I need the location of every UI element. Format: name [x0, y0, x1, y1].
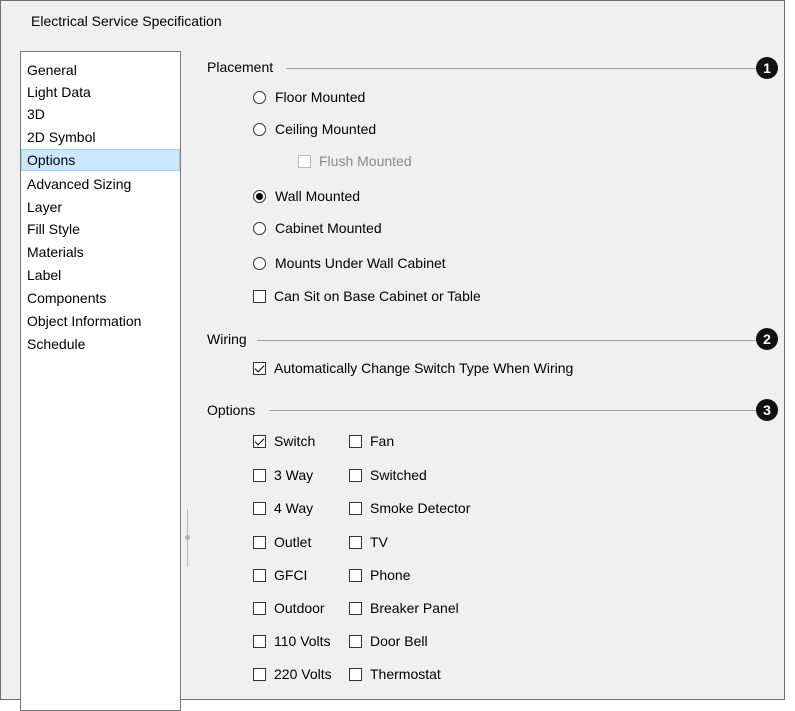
- gfci-checkbox[interactable]: GFCI: [253, 565, 307, 585]
- radio-circle-icon[interactable]: [253, 256, 266, 270]
- placement-divider: [286, 68, 756, 69]
- under-wall-cabinet-radio[interactable]: Mounts Under Wall Cabinet: [253, 253, 446, 273]
- thermostat-label: Thermostat: [370, 666, 441, 682]
- checkbox-box-icon[interactable]: [349, 634, 362, 648]
- switch-checkbox[interactable]: Switch: [253, 431, 315, 451]
- switched-checkbox[interactable]: Switched: [349, 465, 427, 485]
- wiring-group-title: Wiring: [207, 331, 247, 347]
- 110-volts-checkbox[interactable]: 110 Volts: [253, 631, 331, 651]
- tv-checkbox[interactable]: TV: [349, 532, 388, 552]
- thermostat-checkbox[interactable]: Thermostat: [349, 664, 441, 684]
- sidebar-item-materials[interactable]: Materials: [21, 241, 180, 263]
- checkbox-checked-icon[interactable]: [253, 434, 266, 448]
- can-sit-label: Can Sit on Base Cabinet or Table: [274, 288, 481, 304]
- three-way-label: 3 Way: [274, 467, 314, 483]
- checkbox-box-icon[interactable]: [349, 535, 362, 549]
- sidebar-item-label[interactable]: Label: [21, 264, 180, 286]
- auto-change-switch-label: Automatically Change Switch Type When Wi…: [274, 360, 574, 376]
- radio-circle-icon[interactable]: [253, 122, 266, 136]
- auto-change-switch-checkbox[interactable]: Automatically Change Switch Type When Wi…: [253, 358, 573, 378]
- gfci-label: GFCI: [274, 567, 308, 583]
- 110-volts-label: 110 Volts: [274, 633, 331, 649]
- category-list[interactable]: General Light Data 3D 2D Symbol Options …: [20, 51, 181, 711]
- splitter-grip-icon[interactable]: [184, 534, 191, 541]
- checkbox-box-icon[interactable]: [349, 468, 362, 482]
- callout-badge-2: 2: [756, 328, 778, 350]
- under-wall-cabinet-label: Mounts Under Wall Cabinet: [275, 255, 446, 271]
- checkbox-checked-icon[interactable]: [253, 361, 266, 375]
- checkbox-box-icon[interactable]: [253, 568, 266, 582]
- placement-group-title: Placement: [207, 59, 274, 75]
- flush-mounted-checkbox: Flush Mounted: [298, 151, 412, 171]
- sidebar-item-light-data[interactable]: Light Data: [21, 81, 180, 103]
- radio-circle-icon[interactable]: [253, 90, 266, 104]
- sidebar-item-schedule[interactable]: Schedule: [21, 333, 180, 355]
- outlet-label: Outlet: [274, 534, 312, 550]
- radio-circle-icon[interactable]: [253, 221, 266, 235]
- checkbox-box-icon: [298, 154, 311, 168]
- 220-volts-label: 220 Volts: [274, 666, 332, 682]
- checkbox-box-icon[interactable]: [253, 535, 266, 549]
- callout-badge-3: 3: [756, 399, 778, 421]
- switch-label: Switch: [274, 433, 316, 449]
- door-bell-label: Door Bell: [370, 633, 428, 649]
- door-bell-checkbox[interactable]: Door Bell: [349, 631, 428, 651]
- sidebar-item-general[interactable]: General: [21, 59, 180, 81]
- sidebar-item-3d[interactable]: 3D: [21, 103, 180, 125]
- checkbox-box-icon[interactable]: [349, 667, 362, 681]
- phone-label: Phone: [370, 567, 411, 583]
- tv-label: TV: [370, 534, 388, 550]
- checkbox-box-icon[interactable]: [349, 568, 362, 582]
- checkbox-box-icon[interactable]: [349, 501, 362, 515]
- ceiling-mounted-label: Ceiling Mounted: [275, 121, 377, 137]
- cabinet-mounted-label: Cabinet Mounted: [275, 220, 382, 236]
- fan-label: Fan: [370, 433, 395, 449]
- smoke-detector-label: Smoke Detector: [370, 500, 471, 516]
- options-divider: [269, 410, 756, 411]
- dialog-window: Electrical Service Specification General…: [0, 0, 785, 711]
- fan-checkbox[interactable]: Fan: [349, 431, 394, 451]
- options-group-title: Options: [207, 402, 256, 418]
- floor-mounted-radio[interactable]: Floor Mounted: [253, 87, 365, 107]
- breaker-panel-checkbox[interactable]: Breaker Panel: [349, 598, 459, 618]
- sidebar-item-2d-symbol[interactable]: 2D Symbol: [21, 126, 180, 148]
- checkbox-box-icon[interactable]: [349, 601, 362, 615]
- sidebar-item-fill-style[interactable]: Fill Style: [21, 218, 180, 240]
- sidebar-item-components[interactable]: Components: [21, 287, 180, 309]
- breaker-panel-label: Breaker Panel: [370, 600, 459, 616]
- checkbox-box-icon[interactable]: [253, 289, 266, 303]
- smoke-detector-checkbox[interactable]: Smoke Detector: [349, 498, 470, 518]
- sidebar-item-object-information[interactable]: Object Information: [21, 310, 180, 332]
- 220-volts-checkbox[interactable]: 220 Volts: [253, 664, 332, 684]
- radio-selected-icon[interactable]: [253, 189, 266, 203]
- three-way-checkbox[interactable]: 3 Way: [253, 465, 313, 485]
- checkbox-box-icon[interactable]: [253, 634, 266, 648]
- wall-mounted-radio[interactable]: Wall Mounted: [253, 186, 360, 206]
- cabinet-mounted-radio[interactable]: Cabinet Mounted: [253, 218, 382, 238]
- checkbox-box-icon[interactable]: [253, 667, 266, 681]
- phone-checkbox[interactable]: Phone: [349, 565, 410, 585]
- checkbox-box-icon[interactable]: [349, 434, 362, 448]
- checkbox-box-icon[interactable]: [253, 501, 266, 515]
- outlet-checkbox[interactable]: Outlet: [253, 532, 311, 552]
- floor-mounted-label: Floor Mounted: [275, 89, 366, 105]
- flush-mounted-label: Flush Mounted: [319, 153, 412, 169]
- outdoor-checkbox[interactable]: Outdoor: [253, 598, 325, 618]
- four-way-checkbox[interactable]: 4 Way: [253, 498, 313, 518]
- wiring-divider: [257, 340, 756, 341]
- sidebar-item-options[interactable]: Options: [21, 149, 180, 171]
- checkbox-box-icon[interactable]: [253, 468, 266, 482]
- wall-mounted-label: Wall Mounted: [275, 188, 361, 204]
- sidebar-item-layer[interactable]: Layer: [21, 196, 180, 218]
- dialog-title: Electrical Service Specification: [31, 13, 222, 29]
- four-way-label: 4 Way: [274, 500, 314, 516]
- checkbox-box-icon[interactable]: [253, 601, 266, 615]
- switched-label: Switched: [370, 467, 427, 483]
- ceiling-mounted-radio[interactable]: Ceiling Mounted: [253, 119, 376, 139]
- can-sit-checkbox[interactable]: Can Sit on Base Cabinet or Table: [253, 286, 481, 306]
- outdoor-label: Outdoor: [274, 600, 325, 616]
- callout-badge-1: 1: [756, 57, 778, 79]
- sidebar-item-advanced-sizing[interactable]: Advanced Sizing: [21, 173, 180, 195]
